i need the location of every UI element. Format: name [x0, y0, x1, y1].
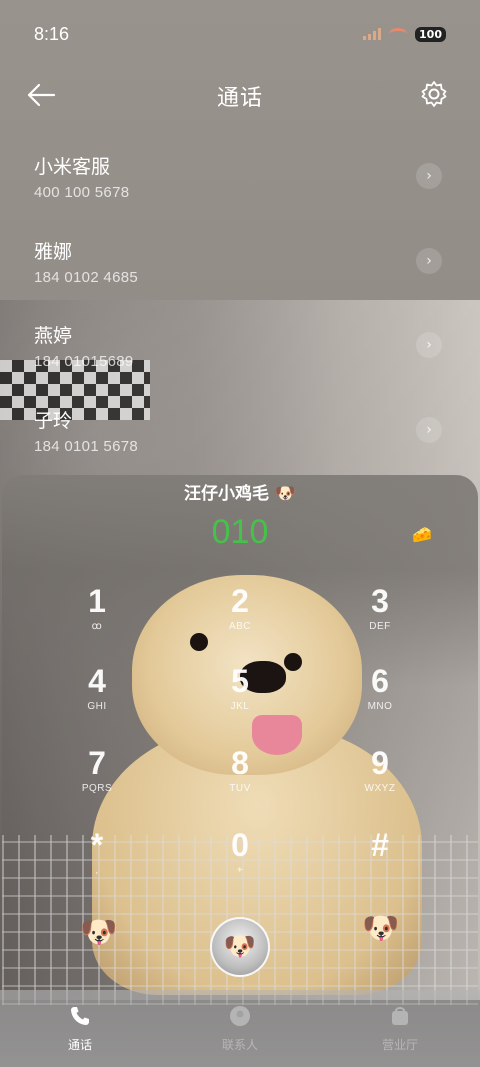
- cheese-icon: 🧀: [412, 525, 432, 544]
- gear-icon: [421, 81, 447, 107]
- key-digit: 2: [231, 583, 249, 619]
- signal-icon: [363, 28, 382, 40]
- status-time: 8:16: [34, 23, 70, 44]
- key-letters: +: [236, 865, 244, 876]
- tab-label: 营业厅: [381, 1038, 418, 1052]
- dialer-title-text: 汪仔小鸡毛: [183, 484, 269, 504]
- key-digit: 9: [371, 745, 389, 781]
- contacts-icon: [160, 1004, 320, 1032]
- key-digit: 4: [88, 663, 106, 699]
- tab-label: 联系人: [221, 1038, 258, 1052]
- key-digit: *: [90, 827, 104, 863]
- key-digit: 5: [231, 663, 249, 699]
- tab-store[interactable]: 营业厅: [320, 990, 480, 1067]
- contact-name: 小米客服: [34, 156, 111, 178]
- dialer-title: 汪仔小鸡毛 🐶: [2, 479, 478, 504]
- dial-panel: 汪仔小鸡毛 🐶 010 🧀 1 ꝏ 2 ABC 3 DEF 4 GHI 5 JK…: [2, 475, 478, 1005]
- phone-icon: [0, 1004, 160, 1032]
- status-bar: 8:16 100: [0, 0, 480, 68]
- contact-number: 184 01015689: [34, 353, 134, 370]
- contact-name: 雅娜: [34, 240, 73, 263]
- key-letters: JKL: [230, 701, 250, 712]
- key-digit: 6: [371, 663, 389, 699]
- battery-indicator: 100: [415, 26, 446, 42]
- key-letters: GHI: [87, 701, 107, 712]
- contact-name: 子玲: [34, 409, 73, 432]
- key-9[interactable]: 9 WXYZ: [330, 743, 430, 813]
- key-digit: 8: [231, 745, 249, 781]
- bottom-tab-bar: 通话 联系人 营业厅: [0, 990, 480, 1067]
- tab-calls[interactable]: 通话: [0, 990, 160, 1067]
- tab-label: 通话: [67, 1038, 92, 1052]
- contact-number: 184 0101 5678: [34, 437, 138, 455]
- contact-item[interactable]: 子玲 184 0101 5678 ›: [0, 394, 480, 479]
- settings-button[interactable]: [418, 78, 450, 110]
- key-letters: ABC: [228, 621, 252, 632]
- party-dog-icon[interactable]: 🐶: [80, 915, 117, 950]
- key-letters: DEF: [369, 621, 391, 632]
- chevron-right-icon[interactable]: ›: [416, 247, 442, 274]
- key-5[interactable]: 5 JKL: [190, 661, 290, 731]
- key-7[interactable]: 7 PQRS: [47, 743, 147, 813]
- dog-face-icon[interactable]: 🐶: [362, 911, 399, 946]
- chevron-right-icon[interactable]: ›: [416, 163, 442, 189]
- key-letters: PQRS: [81, 783, 113, 794]
- key-letters: MNO: [367, 701, 393, 712]
- voicemail-icon: ꝏ: [91, 621, 103, 632]
- contact-list: 小米客服 400 100 5678 › 雅娜 184 0102 4685 › 燕…: [0, 140, 480, 478]
- chevron-right-icon[interactable]: ›: [416, 416, 442, 443]
- page-title: 通话: [216, 86, 263, 111]
- key-star[interactable]: * ,: [47, 825, 147, 895]
- key-letters: WXYZ: [364, 783, 396, 794]
- status-icons: 100: [363, 26, 446, 42]
- key-letters: ,: [95, 865, 99, 876]
- dog-avatar-icon: 🐶: [223, 932, 257, 962]
- key-letters: TUV: [229, 783, 251, 794]
- key-2[interactable]: 2 ABC: [190, 581, 290, 651]
- header: 通话: [0, 68, 480, 120]
- contact-item[interactable]: 雅娜 184 0102 4685 ›: [0, 225, 480, 310]
- contact-number: 400 100 5678: [34, 184, 130, 201]
- key-8[interactable]: 8 TUV: [190, 743, 290, 813]
- wifi-icon: [389, 28, 408, 40]
- key-1[interactable]: 1 ꝏ: [47, 581, 147, 651]
- chevron-right-icon[interactable]: ›: [416, 332, 442, 358]
- contact-item[interactable]: 小米客服 400 100 5678 ›: [0, 140, 480, 225]
- key-3[interactable]: 3 DEF: [330, 581, 430, 651]
- key-4[interactable]: 4 GHI: [47, 661, 147, 731]
- contact-number: 184 0102 4685: [34, 268, 138, 286]
- key-hash[interactable]: #: [330, 825, 430, 895]
- key-digit: #: [371, 827, 389, 863]
- call-button[interactable]: 🐶: [210, 917, 270, 977]
- dialer-bottom-actions: 🐶 🐶 🐶: [2, 911, 478, 977]
- dial-input[interactable]: 010: [2, 513, 478, 552]
- key-digit: 7: [88, 745, 106, 781]
- contact-item[interactable]: 燕婷 184 01015689 ›: [0, 309, 480, 394]
- dog-face-icon: 🐶: [274, 484, 297, 504]
- key-digit: 0: [231, 827, 249, 863]
- key-digit: 1: [88, 583, 106, 619]
- tab-contacts[interactable]: 联系人: [160, 990, 320, 1067]
- key-digit: 3: [371, 583, 389, 619]
- key-6[interactable]: 6 MNO: [330, 661, 430, 731]
- key-0[interactable]: 0 +: [190, 825, 290, 895]
- contact-name: 燕婷: [34, 325, 73, 347]
- store-icon: [320, 1004, 480, 1032]
